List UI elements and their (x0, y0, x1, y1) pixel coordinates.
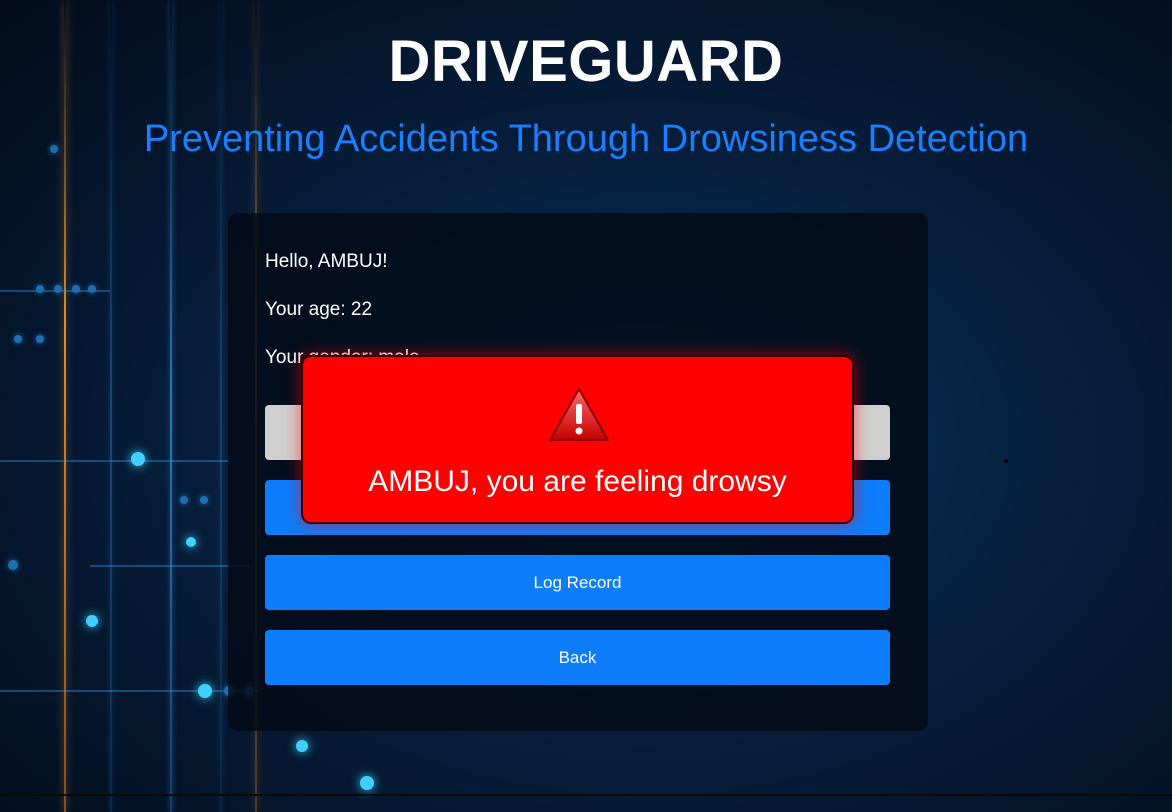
circuit-node (14, 335, 22, 343)
circuit-node (296, 740, 308, 752)
circuit-line (0, 690, 260, 692)
greeting-text: Hello, AMBUJ! (265, 251, 388, 272)
circuit-node (360, 776, 374, 790)
circuit-node (186, 537, 196, 547)
circuit-node (54, 285, 62, 293)
circuit-node (200, 496, 208, 504)
circuit-line (0, 460, 230, 462)
circuit-node (180, 496, 188, 504)
cursor-dot (1004, 459, 1008, 463)
app-subtitle: Preventing Accidents Through Drowsiness … (143, 118, 1029, 160)
circuit-node (36, 285, 44, 293)
app-title: DRIVEGUARD (388, 29, 784, 94)
circuit-node (88, 285, 96, 293)
circuit-node (198, 684, 212, 698)
circuit-node (36, 335, 44, 343)
age-text: Your age: 22 (265, 299, 373, 320)
circuit-node (131, 452, 145, 466)
warning-icon (549, 388, 609, 441)
circuit-line (90, 565, 250, 567)
log-record-button[interactable]: Log Record (265, 555, 890, 610)
back-button[interactable]: Back (265, 630, 890, 685)
bottom-divider (0, 794, 1172, 796)
circuit-node (86, 615, 98, 627)
alert-message: AMBUJ, you are feeling drowsy (368, 465, 787, 498)
circuit-node (8, 560, 18, 570)
circuit-node (72, 285, 80, 293)
drowsiness-alert: AMBUJ, you are feeling drowsy (301, 355, 854, 524)
